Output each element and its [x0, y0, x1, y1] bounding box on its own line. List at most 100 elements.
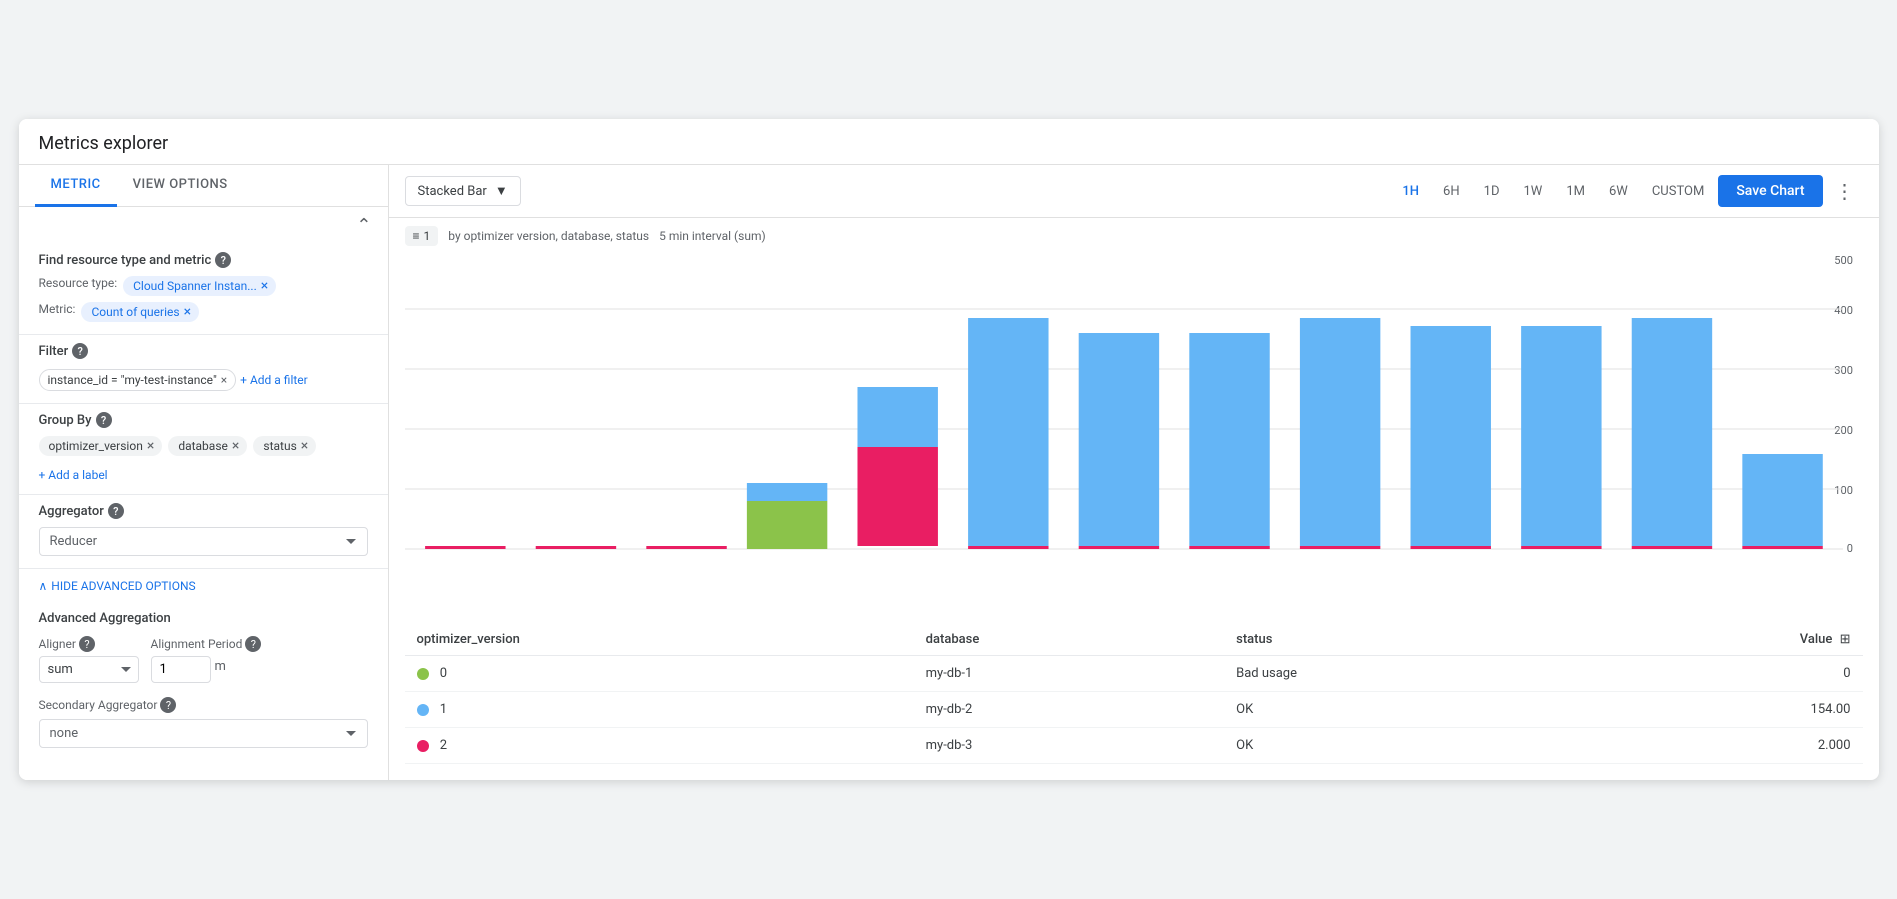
resource-help-icon[interactable]: ? [215, 252, 231, 268]
col-header-database: database [914, 624, 1224, 656]
time-range-buttons: 1H 6H 1D 1W 1M 6W CUSTOM Save Chart ⋮ [1392, 175, 1862, 207]
alignment-period-unit: m [215, 659, 226, 680]
column-settings-icon[interactable]: ⊞ [1840, 632, 1851, 647]
svg-text:500: 500 [1834, 254, 1853, 267]
resource-type-chip-remove[interactable]: × [261, 279, 268, 293]
chart-svg: 0 100 200 300 400 500 [405, 254, 1863, 554]
row-2-database: my-db-3 [914, 728, 1224, 764]
row-0-status: Bad usage [1224, 656, 1563, 692]
group-by-chip-optimizer-remove[interactable]: × [147, 439, 154, 453]
group-by-subtitle: by optimizer version, database, status [448, 229, 649, 243]
advanced-title: Advanced Aggregation [39, 611, 368, 626]
left-panel: METRIC VIEW OPTIONS ⌃ Find resource type… [19, 165, 389, 780]
aggregator-title: Aggregator ? [39, 503, 368, 519]
filter-section-title: Filter ? [39, 343, 368, 359]
row-0-value: 0 [1564, 656, 1863, 692]
alignment-period-input[interactable] [151, 656, 211, 683]
dropdown-arrow-icon: ▼ [495, 183, 508, 199]
time-btn-1w[interactable]: 1W [1513, 178, 1552, 205]
title-bar: Metrics explorer [19, 119, 1879, 165]
legend-table-container: optimizer_version database status Value … [389, 616, 1879, 780]
col-header-optimizer: optimizer_version [405, 624, 914, 656]
resource-section: Find resource type and metric ? Resource… [19, 244, 388, 335]
filter-section: Filter ? instance_id = "my-test-instance… [19, 335, 388, 404]
group-by-section: Group By ? optimizer_version × database … [19, 404, 388, 495]
svg-text:400: 400 [1834, 304, 1853, 317]
svg-text:0: 0 [1846, 542, 1852, 554]
left-tabs: METRIC VIEW OPTIONS [19, 165, 388, 207]
row-1-database: my-db-2 [914, 692, 1224, 728]
filter-help-icon[interactable]: ? [72, 343, 88, 359]
hide-advanced-button[interactable]: ∧ HIDE ADVANCED OPTIONS [19, 569, 216, 603]
chart-toolbar: Stacked Bar ▼ 1H 6H 1D 1W 1M 6W CUSTOM S… [389, 165, 1879, 218]
aggregator-help-icon[interactable]: ? [108, 503, 124, 519]
metric-chip-remove[interactable]: × [184, 305, 191, 319]
aggregator-section: Aggregator ? Reducer [19, 495, 388, 569]
interval-subtitle: 5 min interval (sum) [659, 229, 766, 243]
filter-badge: ≡ 1 [405, 226, 439, 246]
time-btn-custom[interactable]: CUSTOM [1642, 178, 1714, 205]
app-window: Metrics explorer METRIC VIEW OPTIONS ⌃ F… [19, 119, 1879, 780]
chart-area: 0 100 200 300 400 500 [389, 254, 1879, 616]
add-filter-link[interactable]: + Add a filter [240, 373, 308, 387]
group-by-chip-status[interactable]: status × [253, 436, 316, 456]
filter-chip[interactable]: instance_id = "my-test-instance" × [39, 369, 237, 391]
collapse-row: ⌃ [19, 207, 388, 244]
aligner-help-icon[interactable]: ? [79, 636, 95, 652]
svg-text:200: 200 [1834, 424, 1853, 437]
secondary-agg-label: Secondary Aggregator ? [39, 697, 368, 713]
row-1-status: OK [1224, 692, 1563, 728]
resource-chip-row: Resource type: Cloud Spanner Instan... × [39, 276, 368, 296]
advanced-section: Advanced Aggregation Aligner ? sum Al [19, 603, 388, 760]
aggregator-select[interactable]: Reducer [39, 527, 368, 556]
aligner-col: Aligner ? sum [39, 636, 139, 683]
add-label-link[interactable]: + Add a label [39, 468, 108, 482]
col-header-value: Value ⊞ [1564, 624, 1863, 656]
resource-type-label: Resource type: [39, 276, 118, 292]
metric-label: Metric: [39, 302, 76, 318]
row-0-optimizer: 0 [405, 656, 914, 692]
col-header-status: status [1224, 624, 1563, 656]
row-2-value: 2.000 [1564, 728, 1863, 764]
time-btn-1h[interactable]: 1H [1392, 178, 1429, 205]
group-by-chip-database[interactable]: database × [168, 436, 247, 456]
collapse-button[interactable]: ⌃ [356, 215, 371, 236]
group-by-chip-database-remove[interactable]: × [232, 439, 239, 453]
chart-type-select[interactable]: Stacked Bar ▼ [405, 176, 521, 206]
time-btn-6h[interactable]: 6H [1433, 178, 1470, 205]
table-row: 1 my-db-2 OK 154.00 [405, 692, 1863, 728]
aligner-select[interactable]: sum [39, 656, 139, 683]
time-btn-6w[interactable]: 6W [1599, 178, 1638, 205]
save-chart-button[interactable]: Save Chart [1718, 175, 1822, 207]
row-2-optimizer: 2 [405, 728, 914, 764]
more-menu-button[interactable]: ⋮ [1827, 175, 1863, 207]
aligner-row: Aligner ? sum Alignment Period ? [39, 636, 368, 683]
filter-icon: ≡ [413, 229, 420, 243]
main-layout: METRIC VIEW OPTIONS ⌃ Find resource type… [19, 165, 1879, 780]
legend-dot-0 [417, 668, 429, 680]
tab-metric[interactable]: METRIC [35, 165, 117, 207]
legend-dot-2 [417, 740, 429, 752]
metric-chip-row: Metric: Count of queries × [39, 302, 368, 322]
group-by-chip-optimizer[interactable]: optimizer_version × [39, 436, 163, 456]
secondary-agg-select[interactable]: none [39, 719, 368, 748]
metric-chip[interactable]: Count of queries × [81, 302, 199, 322]
svg-text:100: 100 [1834, 484, 1853, 497]
alignment-period-inputs: m [151, 656, 262, 683]
time-btn-1d[interactable]: 1D [1474, 178, 1510, 205]
row-1-optimizer: 1 [405, 692, 914, 728]
tab-view-options[interactable]: VIEW OPTIONS [117, 165, 244, 207]
row-2-status: OK [1224, 728, 1563, 764]
alignment-period-help-icon[interactable]: ? [245, 636, 261, 652]
group-by-chips: optimizer_version × database × status × … [39, 436, 368, 482]
resource-type-chip[interactable]: Cloud Spanner Instan... × [123, 276, 276, 296]
table-row: 0 my-db-1 Bad usage 0 [405, 656, 1863, 692]
group-by-help-icon[interactable]: ? [96, 412, 112, 428]
resource-section-title: Find resource type and metric ? [39, 252, 368, 268]
group-by-chip-status-remove[interactable]: × [301, 439, 308, 453]
row-1-value: 154.00 [1564, 692, 1863, 728]
filter-chip-remove[interactable]: × [221, 373, 227, 387]
legend-dot-1 [417, 704, 429, 716]
secondary-agg-help-icon[interactable]: ? [160, 697, 176, 713]
time-btn-1m[interactable]: 1M [1556, 178, 1595, 205]
